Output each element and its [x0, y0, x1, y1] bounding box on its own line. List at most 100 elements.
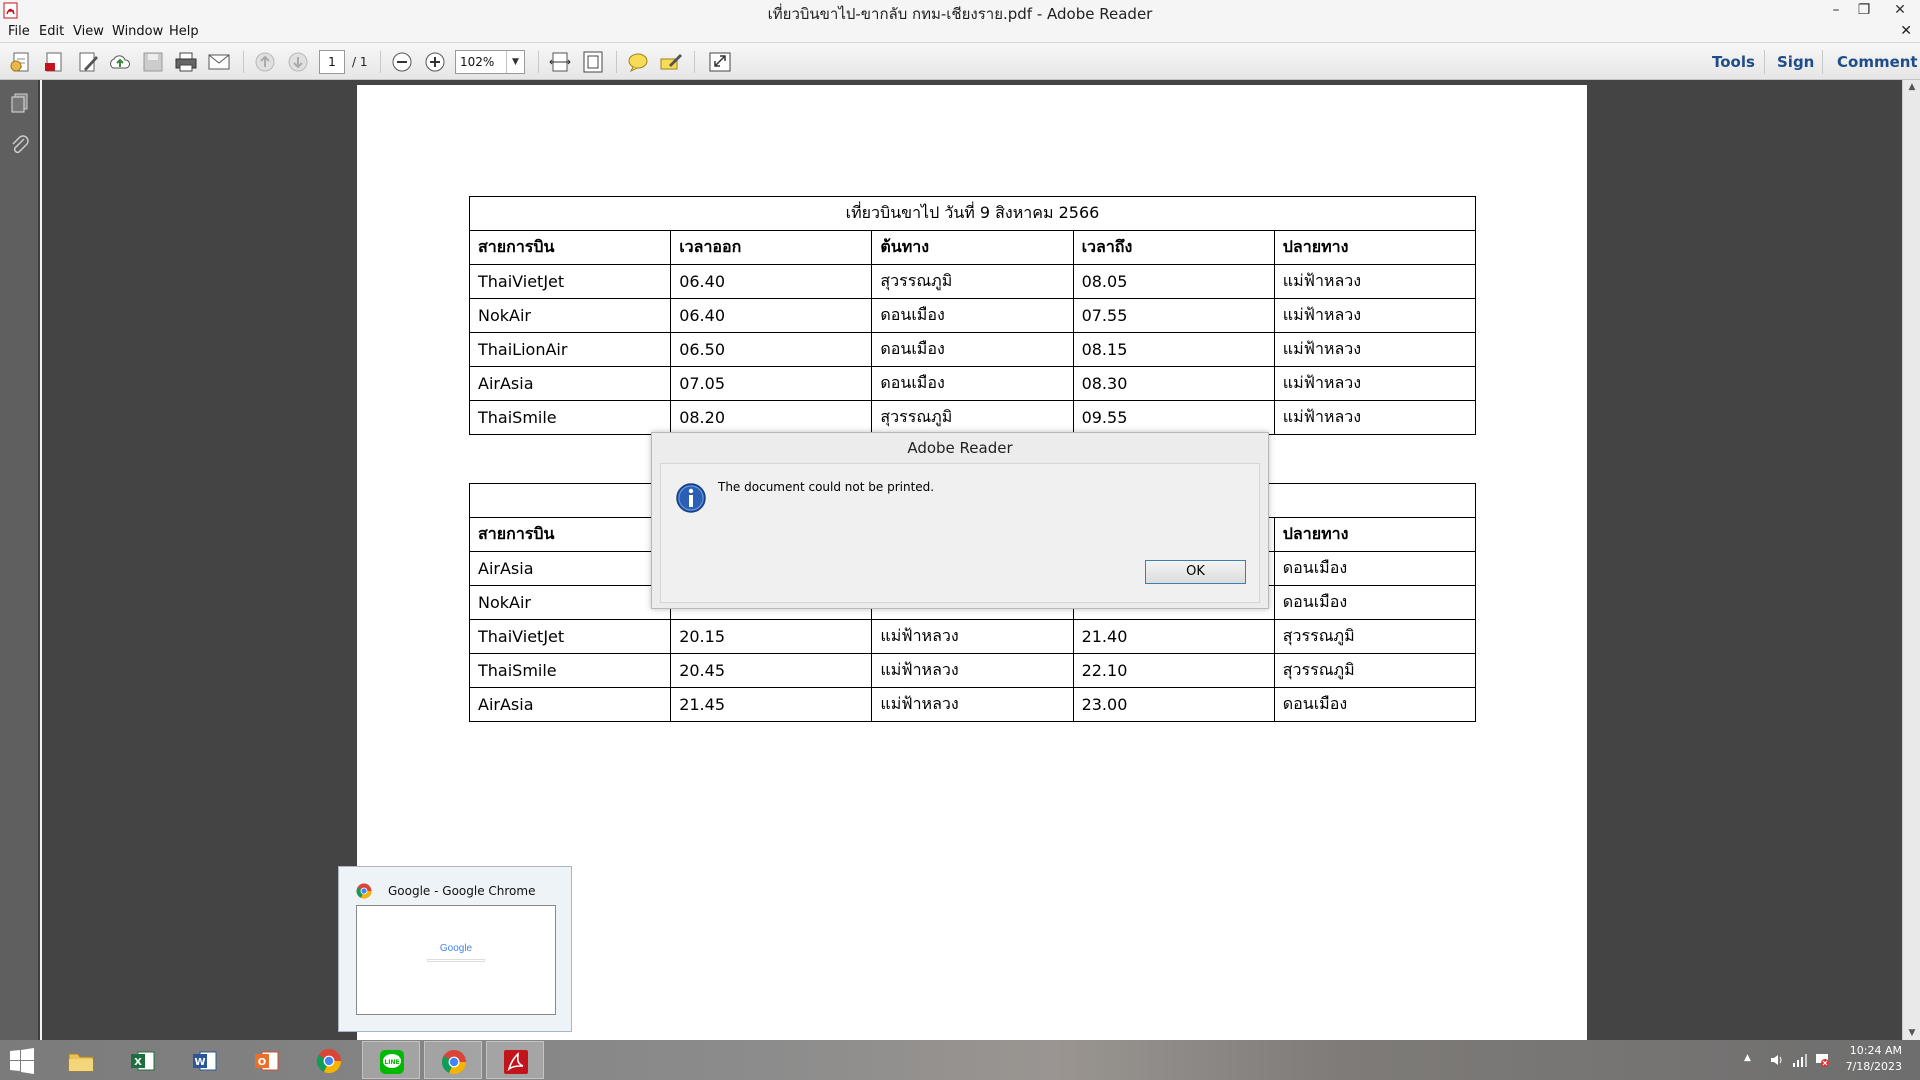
zoom-select[interactable]: 102% ▼	[455, 50, 525, 74]
table-cell: ThaiSmile	[468, 653, 672, 688]
save-icon[interactable]	[141, 51, 165, 73]
highlight-icon[interactable]	[659, 51, 683, 73]
zoom-out-icon[interactable]	[390, 51, 414, 73]
table-cell: แม่ฟ้าหลวง	[871, 619, 1074, 654]
restore-button[interactable]: ❐	[1850, 0, 1878, 20]
volume-icon[interactable]	[1770, 1053, 1784, 1067]
table-cell: 20.45	[670, 653, 873, 688]
thumbnail-image: Google	[356, 905, 556, 1015]
page-total: / 1	[352, 55, 368, 69]
zoom-value: 102%	[460, 55, 495, 69]
action-center-icon[interactable]	[1814, 1052, 1830, 1068]
close-window-button[interactable]: ✕	[1886, 0, 1914, 20]
full-screen-icon[interactable]	[708, 51, 732, 73]
table-row: NokAir 06.40 ดอนเมือง 07.55 แม่ฟ้าหลวง	[468, 298, 1477, 333]
taskbar-excel[interactable]: X	[114, 1041, 172, 1079]
cloud-upload-icon[interactable]	[108, 51, 132, 73]
table-cell: NokAir	[468, 585, 672, 620]
table-cell: ThaiLionAir	[468, 332, 672, 367]
navigation-pane	[0, 80, 40, 1040]
word-icon: W	[193, 1051, 217, 1071]
google-logo: Google	[439, 943, 473, 954]
tab-tools[interactable]: Tools	[1712, 53, 1755, 71]
svg-text:O: O	[258, 1057, 267, 1068]
chrome-icon	[441, 1050, 467, 1075]
taskbar-line[interactable]: LINE	[362, 1041, 420, 1079]
table-row: AirAsia 07.05 ดอนเมือง 08.30 แม่ฟ้าหลวง	[468, 366, 1477, 401]
close-document-button[interactable]: ✕	[1900, 23, 1912, 39]
excel-icon: X	[131, 1051, 155, 1071]
next-page-icon[interactable]	[286, 51, 310, 73]
table-row: ThaiSmile 08.20 สุวรรณภูมิ 09.55 แม่ฟ้าห…	[468, 400, 1477, 435]
line-icon: LINE	[380, 1050, 404, 1074]
minimize-button[interactable]: –	[1822, 0, 1850, 20]
table-cell: สุวรรณภูมิ	[1273, 619, 1477, 654]
scroll-up-icon[interactable]: ▲	[1903, 82, 1920, 92]
table-cell: สุวรรณภูมิ	[871, 400, 1074, 435]
column-header: เวลาออก	[670, 230, 873, 265]
show-hidden-icons-icon[interactable]: ▲	[1744, 1053, 1751, 1063]
page-number-input[interactable]: 1	[319, 50, 345, 74]
email-icon[interactable]	[207, 51, 231, 73]
menu-file[interactable]: File	[8, 24, 30, 39]
taskbar-file-explorer[interactable]	[52, 1041, 110, 1079]
sticky-note-icon[interactable]	[626, 51, 650, 73]
taskbar-adobe-reader[interactable]	[486, 1041, 544, 1079]
fit-width-icon[interactable]	[548, 51, 572, 73]
vertical-scrollbar[interactable]: ▲ ▼	[1902, 80, 1920, 1040]
table-row: ThaiVietJet 20.15 แม่ฟ้าหลวง 21.40 สุวรร…	[468, 619, 1477, 654]
taskbar-word[interactable]: W	[176, 1041, 234, 1079]
menu-view[interactable]: View	[73, 24, 104, 39]
table-cell: 07.05	[670, 366, 873, 401]
chevron-down-icon[interactable]: ▼	[506, 51, 524, 73]
folder-icon	[68, 1053, 94, 1072]
clock[interactable]: 10:24 AM 7/18/2023	[1846, 1043, 1902, 1075]
network-icon[interactable]	[1792, 1052, 1808, 1068]
tab-sign[interactable]: Sign	[1777, 53, 1814, 71]
dialog-message: The document could not be printed.	[718, 480, 935, 494]
table-cell: ดอนเมือง	[1273, 687, 1477, 722]
table-row: ThaiVietJet 06.40 สุวรรณภูมิ 08.05 แม่ฟ้…	[468, 264, 1477, 299]
toolbar-separator	[1822, 50, 1823, 74]
create-pdf-icon[interactable]	[10, 51, 34, 73]
previous-page-icon[interactable]	[253, 51, 277, 73]
menu-help[interactable]: Help	[169, 24, 199, 39]
clock-date: 7/18/2023	[1845, 1060, 1902, 1073]
column-header: สายการบิน	[468, 230, 672, 265]
table-cell: 22.10	[1072, 653, 1275, 688]
outlook-icon: O	[255, 1051, 279, 1071]
table-cell: 06.50	[670, 332, 873, 367]
table-cell: ดอนเมือง	[871, 298, 1074, 333]
table-row: ThaiSmile 20.45 แม่ฟ้าหลวง 22.10 สุวรรณภ…	[468, 653, 1477, 688]
scroll-down-icon[interactable]: ▼	[1903, 1028, 1920, 1038]
toolbar-separator	[538, 51, 539, 73]
attachments-icon[interactable]	[9, 135, 31, 157]
table-cell: แม่ฟ้าหลวง	[1273, 366, 1477, 401]
print-icon[interactable]	[174, 51, 198, 73]
table-cell: NokAir	[468, 298, 672, 333]
edit-pdf-icon[interactable]	[76, 51, 100, 73]
fit-page-icon[interactable]	[581, 51, 605, 73]
table-cell: AirAsia	[468, 687, 672, 722]
taskbar-chrome-active[interactable]	[424, 1041, 482, 1079]
toolbar-separator	[616, 51, 617, 73]
chrome-thumbnail-preview[interactable]: Google - Google Chrome Google	[338, 866, 572, 1032]
table-cell: 20.15	[670, 619, 873, 654]
menu-window[interactable]: Window	[112, 24, 163, 39]
windows-start-icon[interactable]	[8, 1047, 36, 1075]
export-pdf-icon[interactable]	[43, 51, 67, 73]
taskbar-outlook[interactable]: O	[238, 1041, 296, 1079]
table-row: AirAsia 21.45 แม่ฟ้าหลวง 23.00 ดอนเมือง	[468, 687, 1477, 722]
page-thumbnails-icon[interactable]	[9, 92, 31, 114]
clock-time: 10:24 AM	[1849, 1044, 1902, 1057]
title-bar: เที่ยวบินขาไป-ขากลับ กทม-เชียงราย.pdf - …	[0, 0, 1920, 23]
taskbar-chrome[interactable]	[300, 1041, 358, 1079]
ok-button[interactable]: OK	[1145, 560, 1246, 584]
table-cell: AirAsia	[468, 551, 672, 586]
table-cell: ดอนเมือง	[871, 332, 1074, 367]
tab-comment[interactable]: Comment	[1837, 53, 1918, 71]
menu-edit[interactable]: Edit	[39, 24, 64, 39]
table-cell: 07.55	[1072, 298, 1275, 333]
menu-bar: File Edit View Window Help ✕	[0, 22, 1920, 42]
zoom-in-icon[interactable]	[423, 51, 447, 73]
